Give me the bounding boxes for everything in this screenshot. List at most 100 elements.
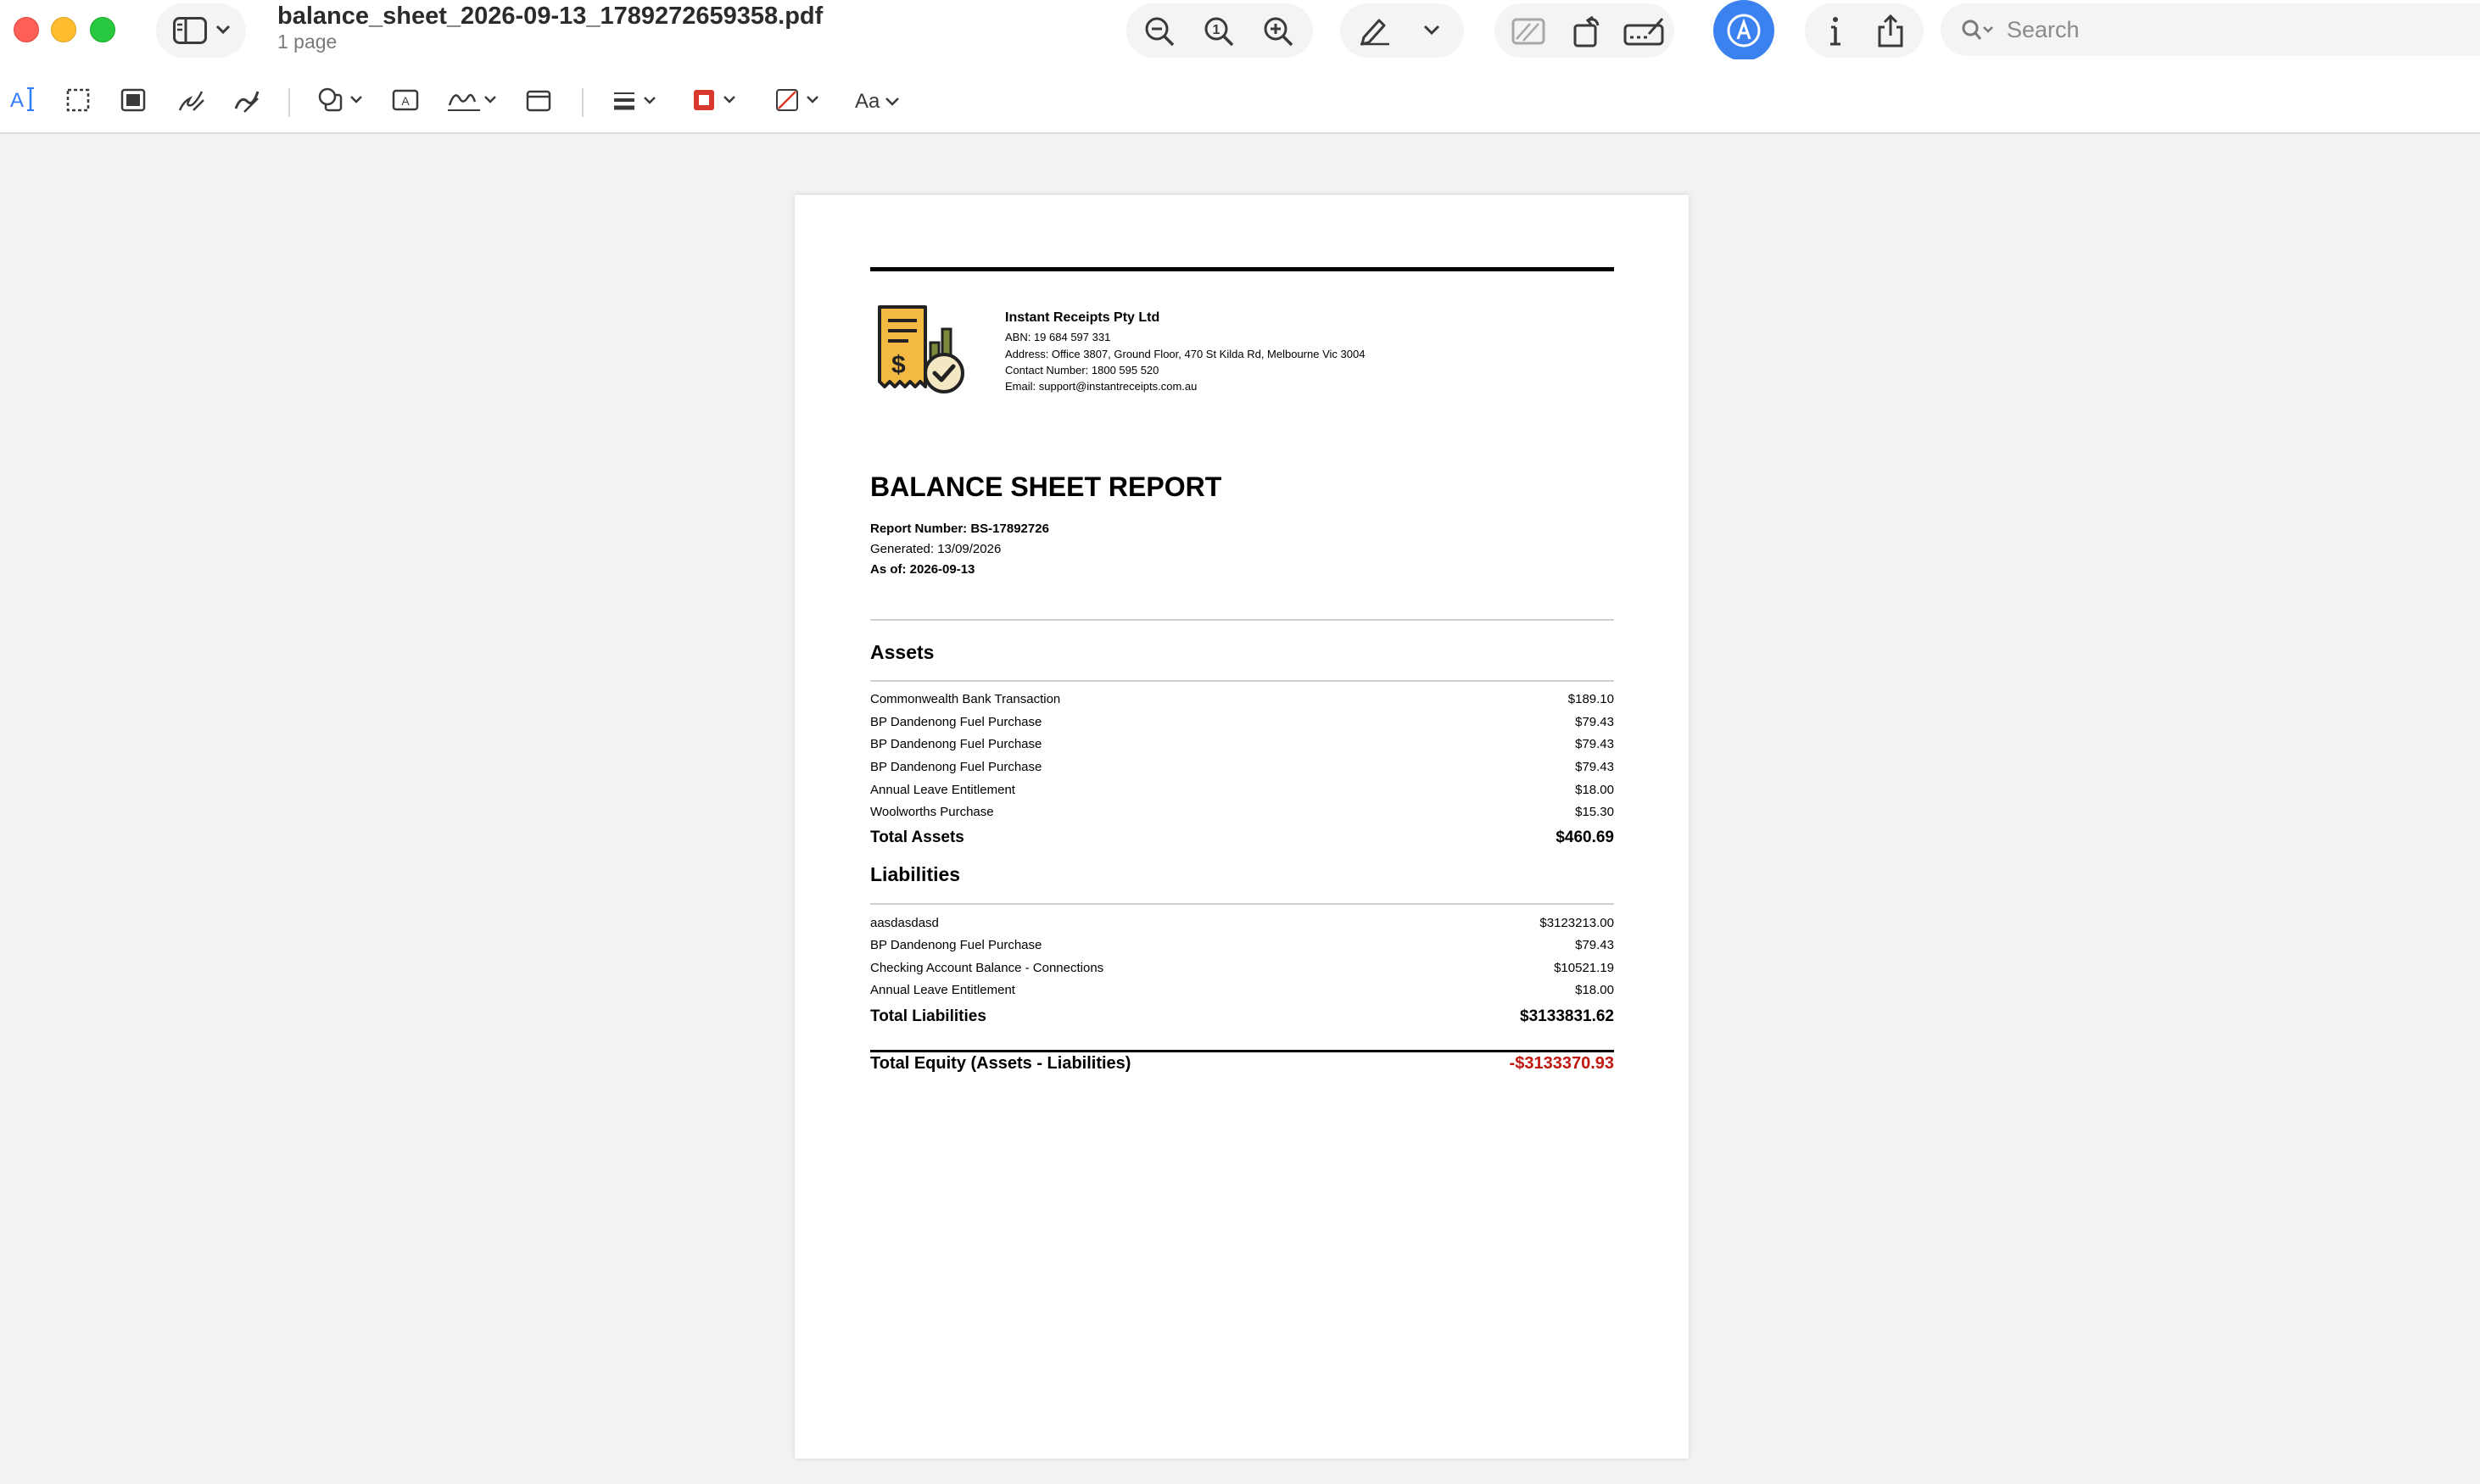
shapes-icon[interactable] bbox=[317, 86, 365, 112]
title-bar: balance_sheet_2026-09-13_1789272659358.p… bbox=[0, 0, 2480, 61]
zoom-out-icon[interactable] bbox=[1143, 15, 1176, 47]
border-color-icon[interactable] bbox=[692, 88, 740, 112]
text-selection-icon[interactable]: A bbox=[10, 85, 36, 114]
sketch-icon[interactable] bbox=[176, 86, 205, 114]
section-divider bbox=[870, 619, 1614, 621]
note-icon[interactable] bbox=[526, 90, 551, 112]
asset-row: Annual Leave Entitlement $18.00 bbox=[870, 778, 1614, 801]
liability-amount: $18.00 bbox=[1575, 982, 1614, 997]
asset-label: Woolworths Purchase bbox=[870, 804, 994, 819]
sidebar-toggle-button[interactable] bbox=[156, 3, 246, 58]
close-window-button[interactable] bbox=[14, 17, 39, 42]
actual-size-icon[interactable]: 1 bbox=[1203, 15, 1235, 47]
asset-amount: $79.43 bbox=[1575, 714, 1614, 729]
receipt-logo: $ bbox=[873, 304, 968, 403]
liability-label: Annual Leave Entitlement bbox=[870, 982, 1015, 997]
shape-style-icon[interactable] bbox=[612, 90, 660, 112]
liability-amount: $79.43 bbox=[1575, 937, 1614, 952]
draw-icon[interactable] bbox=[232, 86, 261, 114]
company-address: Address: Office 3807, Ground Floor, 470 … bbox=[1005, 348, 1366, 360]
chevron-down-icon bbox=[215, 24, 231, 36]
redact-icon[interactable] bbox=[1511, 17, 1545, 46]
text-style-icon[interactable]: Aa bbox=[855, 90, 902, 114]
toolbar-divider bbox=[288, 88, 290, 117]
asset-row: BP Dandenong Fuel Purchase $79.43 bbox=[870, 711, 1614, 733]
asset-row: BP Dandenong Fuel Purchase $79.43 bbox=[870, 733, 1614, 755]
assets-rule bbox=[870, 680, 1614, 682]
rotate-icon[interactable] bbox=[1572, 14, 1603, 47]
zoom-controls: 1 bbox=[1126, 3, 1313, 58]
company-contact: Contact Number: 1800 595 520 bbox=[1005, 364, 1159, 377]
asset-amount: $15.30 bbox=[1575, 804, 1614, 819]
company-name: Instant Receipts Pty Ltd bbox=[1005, 310, 1160, 325]
asset-amount: $79.43 bbox=[1575, 759, 1614, 774]
svg-text:A: A bbox=[10, 89, 24, 112]
liability-amount: $3123213.00 bbox=[1539, 915, 1614, 930]
sign-icon[interactable] bbox=[446, 86, 499, 114]
svg-text:A: A bbox=[401, 94, 410, 108]
liability-row: BP Dandenong Fuel Purchase $79.43 bbox=[870, 934, 1614, 956]
asset-amount: $79.43 bbox=[1575, 736, 1614, 751]
svg-text:$: $ bbox=[891, 351, 906, 379]
sidebar-icon bbox=[173, 17, 207, 44]
asset-amount: $189.10 bbox=[1567, 691, 1614, 706]
asset-row: Commonwealth Bank Transaction $189.10 bbox=[870, 688, 1614, 710]
svg-text:1: 1 bbox=[1213, 23, 1220, 37]
total-liabilities-label: Total Liabilities bbox=[870, 1007, 986, 1025]
text-box-icon[interactable]: A bbox=[392, 88, 419, 112]
zoom-window-button[interactable] bbox=[90, 17, 115, 42]
header-rule bbox=[870, 267, 1614, 271]
search-placeholder: Search bbox=[2007, 17, 2080, 42]
generated-date: Generated: 13/09/2026 bbox=[870, 542, 1002, 556]
liability-row: aasdasdasd $3123213.00 bbox=[870, 912, 1614, 934]
liability-row: Checking Account Balance - Connections $… bbox=[870, 957, 1614, 979]
minimize-window-button[interactable] bbox=[51, 17, 76, 42]
info-share-controls bbox=[1805, 3, 1924, 58]
asset-label: BP Dandenong Fuel Purchase bbox=[870, 736, 1042, 751]
rectangular-selection-icon[interactable] bbox=[66, 88, 90, 112]
redact-selection-icon[interactable] bbox=[120, 88, 146, 112]
total-assets-row: Total Assets $460.69 bbox=[870, 827, 1614, 849]
share-icon[interactable] bbox=[1876, 14, 1905, 47]
chevron-down-icon[interactable] bbox=[1423, 24, 1440, 36]
highlight-controls bbox=[1340, 3, 1464, 58]
markup-toolbar bbox=[0, 59, 2480, 134]
markup-signature-icon[interactable] bbox=[1623, 15, 1666, 47]
page-count: 1 page bbox=[277, 31, 338, 53]
zoom-in-icon[interactable] bbox=[1262, 15, 1294, 47]
total-liabilities-row: Total Liabilities $3133831.62 bbox=[870, 1006, 1614, 1028]
asset-label: Annual Leave Entitlement bbox=[870, 782, 1015, 797]
markup-toolbar-button[interactable] bbox=[1713, 0, 1774, 61]
company-email: Email: support@instantreceipts.com.au bbox=[1005, 380, 1198, 393]
liability-amount: $10521.19 bbox=[1554, 960, 1614, 975]
total-equity-row: Total Equity (Assets - Liabilities) -$31… bbox=[870, 1052, 1614, 1074]
liabilities-rule bbox=[870, 903, 1614, 905]
total-assets-label: Total Assets bbox=[870, 828, 964, 846]
fill-color-icon[interactable] bbox=[775, 88, 823, 112]
markup-toolbar-icon bbox=[1725, 12, 1762, 49]
liabilities-heading: Liabilities bbox=[870, 863, 961, 885]
text-style-label: Aa bbox=[855, 90, 880, 113]
search-field[interactable]: Search bbox=[1941, 3, 2480, 56]
liability-row: Annual Leave Entitlement $18.00 bbox=[870, 979, 1614, 1001]
total-equity-label: Total Equity (Assets - Liabilities) bbox=[870, 1053, 1131, 1073]
liability-label: BP Dandenong Fuel Purchase bbox=[870, 937, 1042, 952]
asset-amount: $18.00 bbox=[1575, 782, 1614, 797]
report-number: Report Number: BS-17892726 bbox=[870, 522, 1049, 536]
as-of-date: As of: 2026-09-13 bbox=[870, 562, 975, 577]
asset-label: BP Dandenong Fuel Purchase bbox=[870, 759, 1042, 774]
document-title: balance_sheet_2026-09-13_1789272659358.p… bbox=[277, 3, 824, 30]
highlight-pen-icon[interactable] bbox=[1357, 15, 1391, 46]
info-icon[interactable] bbox=[1827, 15, 1844, 47]
total-liabilities-amount: $3133831.62 bbox=[1520, 1007, 1614, 1025]
liability-label: Checking Account Balance - Connections bbox=[870, 960, 1104, 975]
toolbar-divider bbox=[582, 88, 584, 117]
pdf-page: $ Instant Receipts Pty Ltd ABN: 19 684 5… bbox=[795, 195, 1689, 1459]
assets-heading: Assets bbox=[870, 641, 935, 663]
asset-label: BP Dandenong Fuel Purchase bbox=[870, 714, 1042, 729]
total-assets-amount: $460.69 bbox=[1556, 828, 1614, 846]
asset-row: BP Dandenong Fuel Purchase $79.43 bbox=[870, 756, 1614, 778]
report-title: BALANCE SHEET REPORT bbox=[870, 471, 1222, 502]
search-icon bbox=[1961, 19, 1995, 42]
total-equity-amount: -$3133370.93 bbox=[1509, 1053, 1614, 1073]
